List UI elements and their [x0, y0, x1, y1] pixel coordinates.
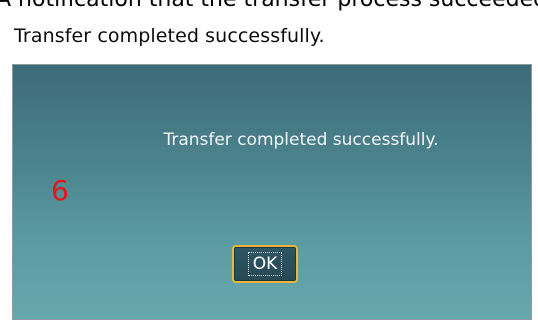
step-number-marker: 6	[51, 174, 69, 207]
dialog-panel: Transfer completed successfully. 6 OK	[12, 64, 532, 320]
dialog-message: Transfer completed successfully.	[163, 130, 439, 150]
caption-text: A notification that the transfer process…	[0, 0, 538, 12]
dialog-window: A notification that the transfer process…	[0, 0, 538, 329]
ok-button-label: OK	[247, 252, 283, 276]
dialog-title: Transfer completed successfully.	[14, 25, 325, 47]
ok-button[interactable]: OK	[232, 245, 298, 283]
dialog-titlebar: Transfer completed successfully.	[0, 12, 538, 60]
